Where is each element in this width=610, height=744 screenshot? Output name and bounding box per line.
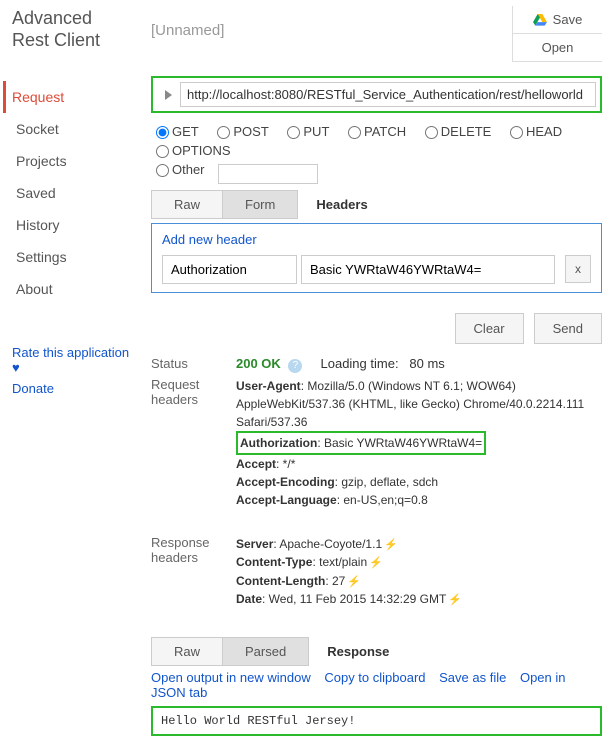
header-name-input[interactable] xyxy=(162,255,297,284)
method-patch[interactable]: PATCH xyxy=(343,123,406,139)
method-other-input[interactable] xyxy=(218,164,318,184)
bolt-icon: ⚡ xyxy=(384,539,398,551)
req-headers-block: User-Agent: Mozilla/5.0 (Windows NT 6.1;… xyxy=(236,377,602,509)
nav-request[interactable]: Request xyxy=(3,81,131,113)
method-head[interactable]: HEAD xyxy=(505,123,562,139)
remove-header-button[interactable]: x xyxy=(565,255,591,283)
bolt-icon: ⚡ xyxy=(347,576,361,588)
nav-saved[interactable]: Saved xyxy=(12,177,131,209)
resp-headers-block: Server: Apache-Coyote/1.1⚡ Content-Type:… xyxy=(236,535,602,609)
bolt-icon: ⚡ xyxy=(448,594,462,606)
save-label: Save xyxy=(553,12,583,27)
open-new-window-link[interactable]: Open output in new window xyxy=(151,670,311,685)
response-title: Response xyxy=(327,644,389,659)
headers-title: Headers xyxy=(316,197,367,212)
status-code: 200 OK xyxy=(236,356,281,371)
nav-projects[interactable]: Projects xyxy=(12,145,131,177)
expand-icon[interactable] xyxy=(165,90,172,100)
tab-raw-headers[interactable]: Raw xyxy=(151,190,223,219)
donate-link[interactable]: Donate xyxy=(12,381,131,396)
nav-history[interactable]: History xyxy=(12,209,131,241)
tab-raw-response[interactable]: Raw xyxy=(151,637,223,666)
loading-value: 80 ms xyxy=(409,356,444,371)
tab-form-headers[interactable]: Form xyxy=(223,190,298,219)
tab-parsed-response[interactable]: Parsed xyxy=(223,637,309,666)
nav-about[interactable]: About xyxy=(12,273,131,305)
resp-headers-label: Response headers xyxy=(151,535,236,609)
header-value-input[interactable] xyxy=(301,255,555,284)
nav-settings[interactable]: Settings xyxy=(12,241,131,273)
app-title: Advanced Rest Client xyxy=(12,8,131,51)
method-put[interactable]: PUT xyxy=(282,123,329,139)
method-get[interactable]: GET xyxy=(151,123,199,139)
send-button[interactable]: Send xyxy=(534,313,602,344)
rate-link[interactable]: Rate this application ♥ xyxy=(12,345,131,375)
method-other[interactable]: Other xyxy=(151,161,205,177)
save-as-file-link[interactable]: Save as file xyxy=(439,670,506,685)
nav-socket[interactable]: Socket xyxy=(12,113,131,145)
copy-clipboard-link[interactable]: Copy to clipboard xyxy=(324,670,425,685)
loading-label: Loading time: xyxy=(321,356,399,371)
request-name: [Unnamed] xyxy=(151,22,224,39)
method-options[interactable]: OPTIONS xyxy=(151,142,231,158)
bolt-icon: ⚡ xyxy=(369,557,383,569)
method-post[interactable]: POST xyxy=(212,123,268,139)
status-label: Status xyxy=(151,356,236,373)
http-methods: GET POST PUT PATCH DELETE HEAD OPTIONS O… xyxy=(151,123,602,184)
method-delete[interactable]: DELETE xyxy=(420,123,492,139)
req-headers-label: Request headers xyxy=(151,377,236,509)
drive-icon xyxy=(533,14,547,26)
url-input[interactable] xyxy=(180,82,596,107)
response-body: Hello World RESTful Jersey! xyxy=(151,706,602,736)
add-header-link[interactable]: Add new header xyxy=(162,232,591,247)
info-icon[interactable]: ? xyxy=(288,359,302,373)
save-button[interactable]: Save xyxy=(513,6,602,34)
clear-button[interactable]: Clear xyxy=(455,313,524,344)
open-button[interactable]: Open xyxy=(513,34,602,61)
